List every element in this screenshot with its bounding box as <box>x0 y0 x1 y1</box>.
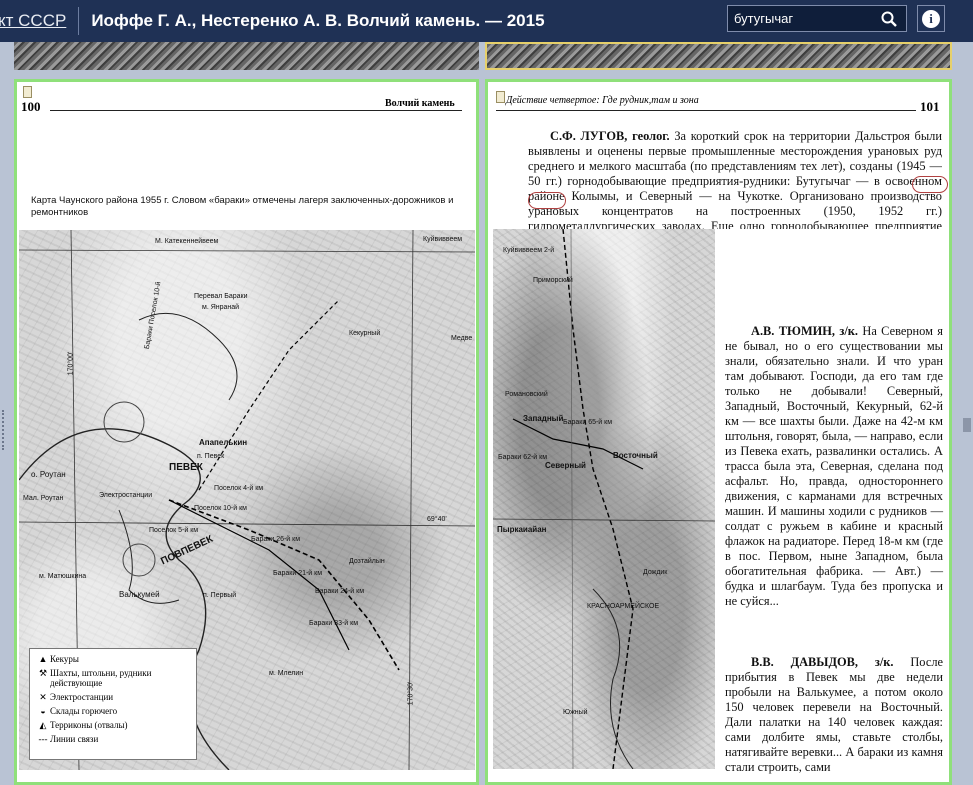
legend-label: Терриконы (отвалы) <box>50 720 128 730</box>
search-input[interactable] <box>728 11 878 26</box>
legend-label: Электростанции <box>50 692 114 702</box>
peak-icon: ▲ <box>38 654 48 664</box>
map-label: Северный <box>545 461 586 470</box>
map-label: Бараки 24-й км <box>315 588 365 595</box>
map-label: ПЕВЕК <box>169 462 203 473</box>
legend-label: Кекуры <box>50 654 79 664</box>
paragraph-text: После прибытия в Певек мы две недели про… <box>725 655 943 774</box>
fuel-depot-icon: ◒ <box>40 706 46 716</box>
map-label: Бараки 62-й км <box>498 454 548 461</box>
paragraph-text: На Северном я не бывал, но о его существ… <box>725 324 944 608</box>
map-label: Электростанции <box>99 492 153 499</box>
map-label: Бараки 26-й км <box>251 536 301 543</box>
legend-item: --- Линии связи <box>36 734 190 744</box>
map-label: Поселок 4-й км <box>214 485 264 492</box>
paragraph-tyumin: А.В. ТЮМИН, з/к. На Северном я не бывал,… <box>725 324 943 609</box>
speaker-name: А.В. ТЮМИН, з/к. <box>751 324 859 338</box>
map-label: Бараки 21-й км <box>273 570 323 577</box>
resize-grip[interactable] <box>2 410 6 450</box>
page-101: Действие четвертое: Где рудник,там и зон… <box>485 79 952 785</box>
legend-item: ✕ Электростанции <box>36 692 190 702</box>
paragraph-text: За короткий срок на территории Дальстроя… <box>528 129 942 229</box>
map-label: Перевал Бараки <box>194 293 248 300</box>
legend-label: Склады горючего <box>50 706 118 716</box>
map-grid-label: 170°00' <box>67 351 75 376</box>
page-number: 101 <box>920 99 940 114</box>
search-icon[interactable] <box>878 8 900 30</box>
scrollbar-thumb[interactable] <box>963 418 971 432</box>
chaun-district-map: М. Катекеннейвеем Куйвиввеем Перевал Бар… <box>19 230 475 770</box>
map-label: п. Первый <box>203 592 237 599</box>
running-head: Действие четвертое: Где рудник,там и зон… <box>506 95 699 106</box>
map-label: Апапелькин <box>199 438 248 447</box>
map-grid-label: 170°30' <box>407 681 415 706</box>
header-rule <box>496 110 916 111</box>
running-head: Волчий камень <box>385 98 455 109</box>
legend-item: ◒ Склады горючего <box>36 706 190 716</box>
map-label: м. Млелин <box>269 670 304 677</box>
map-label: М. Катекеннейвеем <box>155 238 219 245</box>
info-button[interactable]: i <box>917 5 945 32</box>
severny-area-map: Куйвиввеем 2-й Приморский Романовский За… <box>493 229 715 769</box>
page-number: 100 <box>21 99 41 114</box>
paragraph-lugov-continued <box>725 230 943 310</box>
map-label: Куйвиввеем <box>423 236 463 243</box>
map-label: Пыркаиайан <box>497 525 547 534</box>
map-label: Южный <box>563 709 588 716</box>
map-label: Романовский <box>505 391 548 398</box>
search-box <box>727 5 907 32</box>
speaker-name: В.В. ДАВЫДОВ, з/к. <box>751 655 894 669</box>
map-label: Поселок 10-й км <box>194 505 247 512</box>
search-highlight[interactable] <box>912 176 948 193</box>
brand-link[interactable]: кт СССР <box>0 11 66 31</box>
map-label: Поселок 5-й км <box>149 527 199 534</box>
legend-item: ▲ Кекуры <box>36 654 190 664</box>
map-label: Приморский <box>533 277 573 284</box>
legend-label: Шахты, штольни, рудники действующие <box>50 668 152 688</box>
map-label: м. Янранай <box>202 304 240 311</box>
legend-label: Линии связи <box>50 734 99 744</box>
map-label: Куйвиввеем 2-й <box>503 247 555 254</box>
header-divider <box>78 7 80 35</box>
paragraph-davydov: В.В. ДАВЫДОВ, з/к. После прибытия в Певе… <box>725 655 943 775</box>
map-label: Мал. Роутан <box>23 495 64 502</box>
map-label: Кекурный <box>349 330 381 337</box>
spoil-heap-icon: ◭ <box>39 720 47 730</box>
map-label: Валькумей <box>119 590 160 599</box>
previous-page-image-left <box>14 42 479 70</box>
map-label: Восточный <box>613 451 658 460</box>
mine-icon: ⚒ <box>38 668 48 678</box>
map-legend: ▲ Кекуры ⚒ Шахты, штольни, рудники действу… <box>29 648 197 760</box>
legend-item: ◭ Терриконы (отвалы) <box>36 720 190 730</box>
map-label: Бараки 65-й км <box>563 419 613 426</box>
map-label: о. Роутан <box>31 470 66 479</box>
map-label: Западный <box>523 414 564 423</box>
map-label: Бараки 33-й км <box>309 620 359 627</box>
communication-line-icon: --- <box>38 734 48 744</box>
map-grid-label: 69°40' <box>427 516 447 523</box>
map-caption: Карта Чаунского района 1955 г. Словом «б… <box>31 195 454 218</box>
map-label: Медве <box>451 335 473 342</box>
map-label: Дождик <box>643 569 668 576</box>
info-icon: i <box>922 9 940 28</box>
speaker-name: С.Ф. ЛУГОВ, геолог. <box>550 129 670 143</box>
paragraph-lugov: С.Ф. ЛУГОВ, геолог. За короткий срок на … <box>528 129 942 229</box>
map-lines <box>493 229 715 769</box>
header-rule <box>50 110 462 111</box>
search-highlight[interactable] <box>528 192 566 209</box>
bookmark-icon[interactable] <box>23 86 32 98</box>
bookmark-icon[interactable] <box>496 91 505 103</box>
map-label: м. Матюшкина <box>39 573 87 580</box>
map-label: КРАСНОАРМЕЙСКОЕ <box>587 603 660 610</box>
power-station-icon: ✕ <box>39 692 47 702</box>
previous-page-image-right <box>485 42 952 70</box>
document-title: Иоффе Г. А., Нестеренко А. В. Волчий кам… <box>91 11 545 30</box>
map-label: п. Певек <box>197 453 225 460</box>
page-100: 100 Волчий камень Карта Чаунского района… <box>14 79 479 785</box>
map-label: Дозтайлын <box>349 558 385 565</box>
legend-item: ⚒ Шахты, штольни, рудники действующие <box>36 668 190 688</box>
